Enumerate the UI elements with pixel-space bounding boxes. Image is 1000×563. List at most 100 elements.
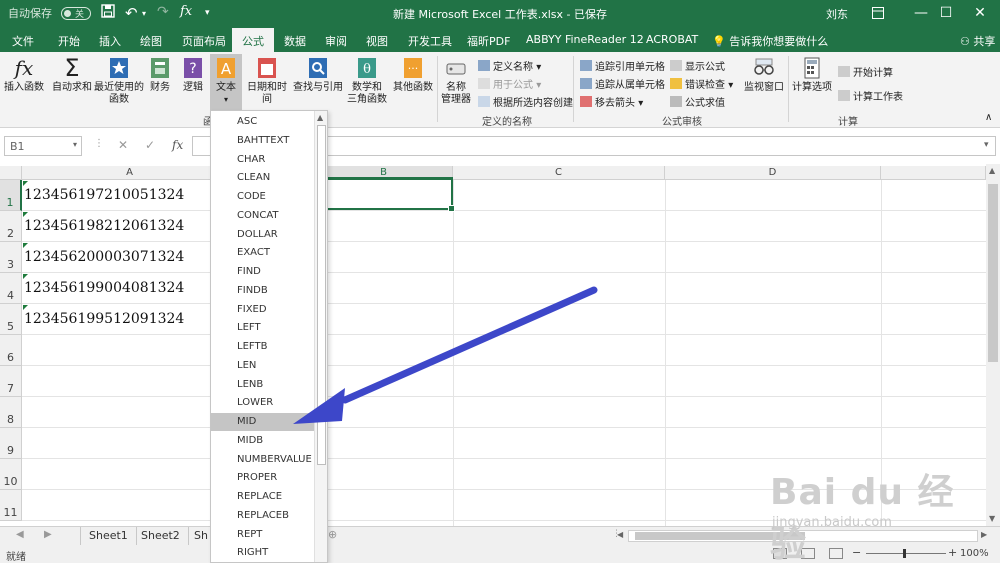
- menu-item-dollar[interactable]: DOLLAR: [211, 226, 314, 244]
- name-box[interactable]: B1 ▾: [4, 136, 82, 156]
- recently-used-button[interactable]: 最近使用的 函数: [94, 56, 144, 106]
- vertical-scrollbar[interactable]: ▲ ▼: [986, 164, 1000, 526]
- trace-dependents-button[interactable]: 追踪从属单元格: [580, 76, 665, 91]
- menu-item-asc[interactable]: ASC: [211, 113, 314, 131]
- cancel-icon[interactable]: ✕: [118, 138, 128, 152]
- next-sheet-icon[interactable]: ▶: [44, 529, 52, 540]
- sheet-tab-1[interactable]: Sheet1: [80, 527, 137, 545]
- tab-formulas[interactable]: 公式: [232, 28, 274, 52]
- menu-item-left[interactable]: LEFT: [211, 319, 314, 337]
- evaluate-formula-button[interactable]: 公式求值: [670, 94, 725, 109]
- user-name[interactable]: 刘东: [826, 6, 848, 22]
- collapse-ribbon-icon[interactable]: ∧: [985, 112, 992, 123]
- column-header-E[interactable]: [881, 166, 986, 180]
- cell-A3[interactable]: 123456200003071324: [24, 249, 184, 265]
- calculate-sheet-button[interactable]: 计算工作表: [838, 88, 903, 103]
- row-header-6[interactable]: 6: [0, 335, 22, 366]
- cell-A5[interactable]: 123456199512091324: [24, 311, 184, 327]
- menu-item-midb[interactable]: MIDB: [211, 432, 314, 450]
- tab-draw[interactable]: 绘图: [140, 33, 162, 49]
- menu-item-bahttext[interactable]: BAHTTEXT: [211, 132, 314, 150]
- create-from-selection-button[interactable]: 根据所选内容创建: [478, 94, 573, 109]
- column-header-A[interactable]: A: [22, 166, 238, 180]
- tab-data[interactable]: 数据: [284, 33, 306, 49]
- enter-icon[interactable]: ✓: [145, 138, 155, 152]
- watch-window-button[interactable]: 监视窗口: [742, 56, 786, 94]
- tab-developer[interactable]: 开发工具: [408, 33, 452, 49]
- tab-file[interactable]: 文件: [12, 33, 34, 49]
- tab-abbyy[interactable]: ABBYY FineReader 12: [526, 33, 644, 46]
- row-header-2[interactable]: 2: [0, 211, 22, 242]
- date-time-button[interactable]: 日期和时间: [244, 56, 290, 106]
- financial-button[interactable]: 财务: [146, 56, 174, 94]
- name-manager-button[interactable]: 名称 管理器: [440, 56, 472, 106]
- scroll-up-icon[interactable]: ▲: [989, 166, 995, 175]
- use-in-formula-button[interactable]: 用于公式 ▾: [478, 76, 541, 91]
- tab-view[interactable]: 视图: [366, 33, 388, 49]
- tab-insert[interactable]: 插入: [99, 33, 121, 49]
- row-header-4[interactable]: 4: [0, 273, 22, 304]
- scroll-left-icon[interactable]: ◀: [617, 530, 623, 539]
- menu-item-rept[interactable]: REPT: [211, 526, 314, 544]
- row-header-3[interactable]: 3: [0, 242, 22, 273]
- vertical-scroll-thumb[interactable]: [988, 184, 998, 362]
- share-button[interactable]: ⚇ 共享: [960, 33, 995, 49]
- menu-item-mid[interactable]: MID: [211, 413, 314, 431]
- autosum-button[interactable]: Σ 自动求和: [50, 56, 94, 94]
- logical-button[interactable]: ? 逻辑: [180, 56, 206, 94]
- menu-scroll-up-icon[interactable]: ▲: [317, 113, 323, 122]
- menu-item-len[interactable]: LEN: [211, 357, 314, 375]
- prev-sheet-icon[interactable]: ◀: [16, 529, 24, 540]
- define-name-button[interactable]: 定义名称 ▾: [478, 58, 541, 73]
- row-header-10[interactable]: 10: [0, 459, 22, 490]
- menu-item-numbervalue[interactable]: NUMBERVALUE: [211, 451, 314, 469]
- expand-formula-bar-icon[interactable]: ▾: [984, 140, 989, 150]
- show-formulas-button[interactable]: 显示公式: [670, 58, 725, 73]
- menu-item-exact[interactable]: EXACT: [211, 244, 314, 262]
- row-header-7[interactable]: 7: [0, 366, 22, 397]
- tab-foxit-pdf[interactable]: 福昕PDF: [467, 33, 510, 49]
- tell-me-box[interactable]: 💡 告诉我你想要做什么: [712, 33, 828, 49]
- row-header-5[interactable]: 5: [0, 304, 22, 335]
- remove-arrows-button[interactable]: 移去箭头 ▾: [580, 94, 643, 109]
- formula-bar-fx-icon[interactable]: fx: [172, 138, 183, 152]
- error-checking-button[interactable]: 错误检查 ▾: [670, 76, 733, 91]
- close-icon[interactable]: ✕: [958, 2, 1000, 26]
- menu-item-fixed[interactable]: FIXED: [211, 301, 314, 319]
- menu-item-concat[interactable]: CONCAT: [211, 207, 314, 225]
- menu-item-replaceb[interactable]: REPLACEB: [211, 507, 314, 525]
- column-header-C[interactable]: C: [453, 166, 665, 180]
- insert-function-button[interactable]: fx 插入函数: [2, 56, 46, 94]
- sheet-tab-2[interactable]: Sheet2: [133, 527, 189, 545]
- calculate-now-button[interactable]: 开始计算: [838, 64, 893, 79]
- tab-home[interactable]: 开始: [58, 33, 80, 49]
- menu-item-find[interactable]: FIND: [211, 263, 314, 281]
- menu-scrollbar[interactable]: ▲: [314, 111, 327, 562]
- more-functions-button[interactable]: ··· 其他函数: [392, 56, 434, 94]
- row-header-9[interactable]: 9: [0, 428, 22, 459]
- scroll-right-icon[interactable]: ▶: [981, 530, 987, 539]
- scroll-down-icon[interactable]: ▼: [989, 514, 995, 523]
- selected-cell-B1[interactable]: [315, 177, 455, 212]
- menu-item-leftb[interactable]: LEFTB: [211, 338, 314, 356]
- menu-item-char[interactable]: CHAR: [211, 151, 314, 169]
- ribbon-display-options-icon[interactable]: [856, 2, 900, 26]
- menu-item-lower[interactable]: LOWER: [211, 394, 314, 412]
- select-all-corner[interactable]: [0, 166, 22, 180]
- cell-A1[interactable]: 123456197210051324: [24, 187, 184, 203]
- lookup-reference-button[interactable]: 查找与引用: [293, 56, 343, 94]
- add-sheet-icon[interactable]: ⊕: [328, 528, 337, 541]
- calc-options-button[interactable]: 计算选项: [790, 56, 834, 94]
- menu-item-findb[interactable]: FINDB: [211, 282, 314, 300]
- row-header-11[interactable]: 11: [0, 490, 22, 521]
- tab-review[interactable]: 审阅: [325, 33, 347, 49]
- tab-acrobat[interactable]: ACROBAT: [646, 33, 698, 46]
- row-header-8[interactable]: 8: [0, 397, 22, 428]
- menu-item-replace[interactable]: REPLACE: [211, 488, 314, 506]
- row-header-1[interactable]: 1: [0, 180, 22, 211]
- math-trig-button[interactable]: θ 数学和 三角函数: [344, 56, 390, 106]
- tab-page-layout[interactable]: 页面布局: [182, 33, 226, 49]
- text-functions-button[interactable]: A 文本 ▾: [210, 54, 242, 110]
- trace-precedents-button[interactable]: 追踪引用单元格: [580, 58, 665, 73]
- menu-item-proper[interactable]: PROPER: [211, 469, 314, 487]
